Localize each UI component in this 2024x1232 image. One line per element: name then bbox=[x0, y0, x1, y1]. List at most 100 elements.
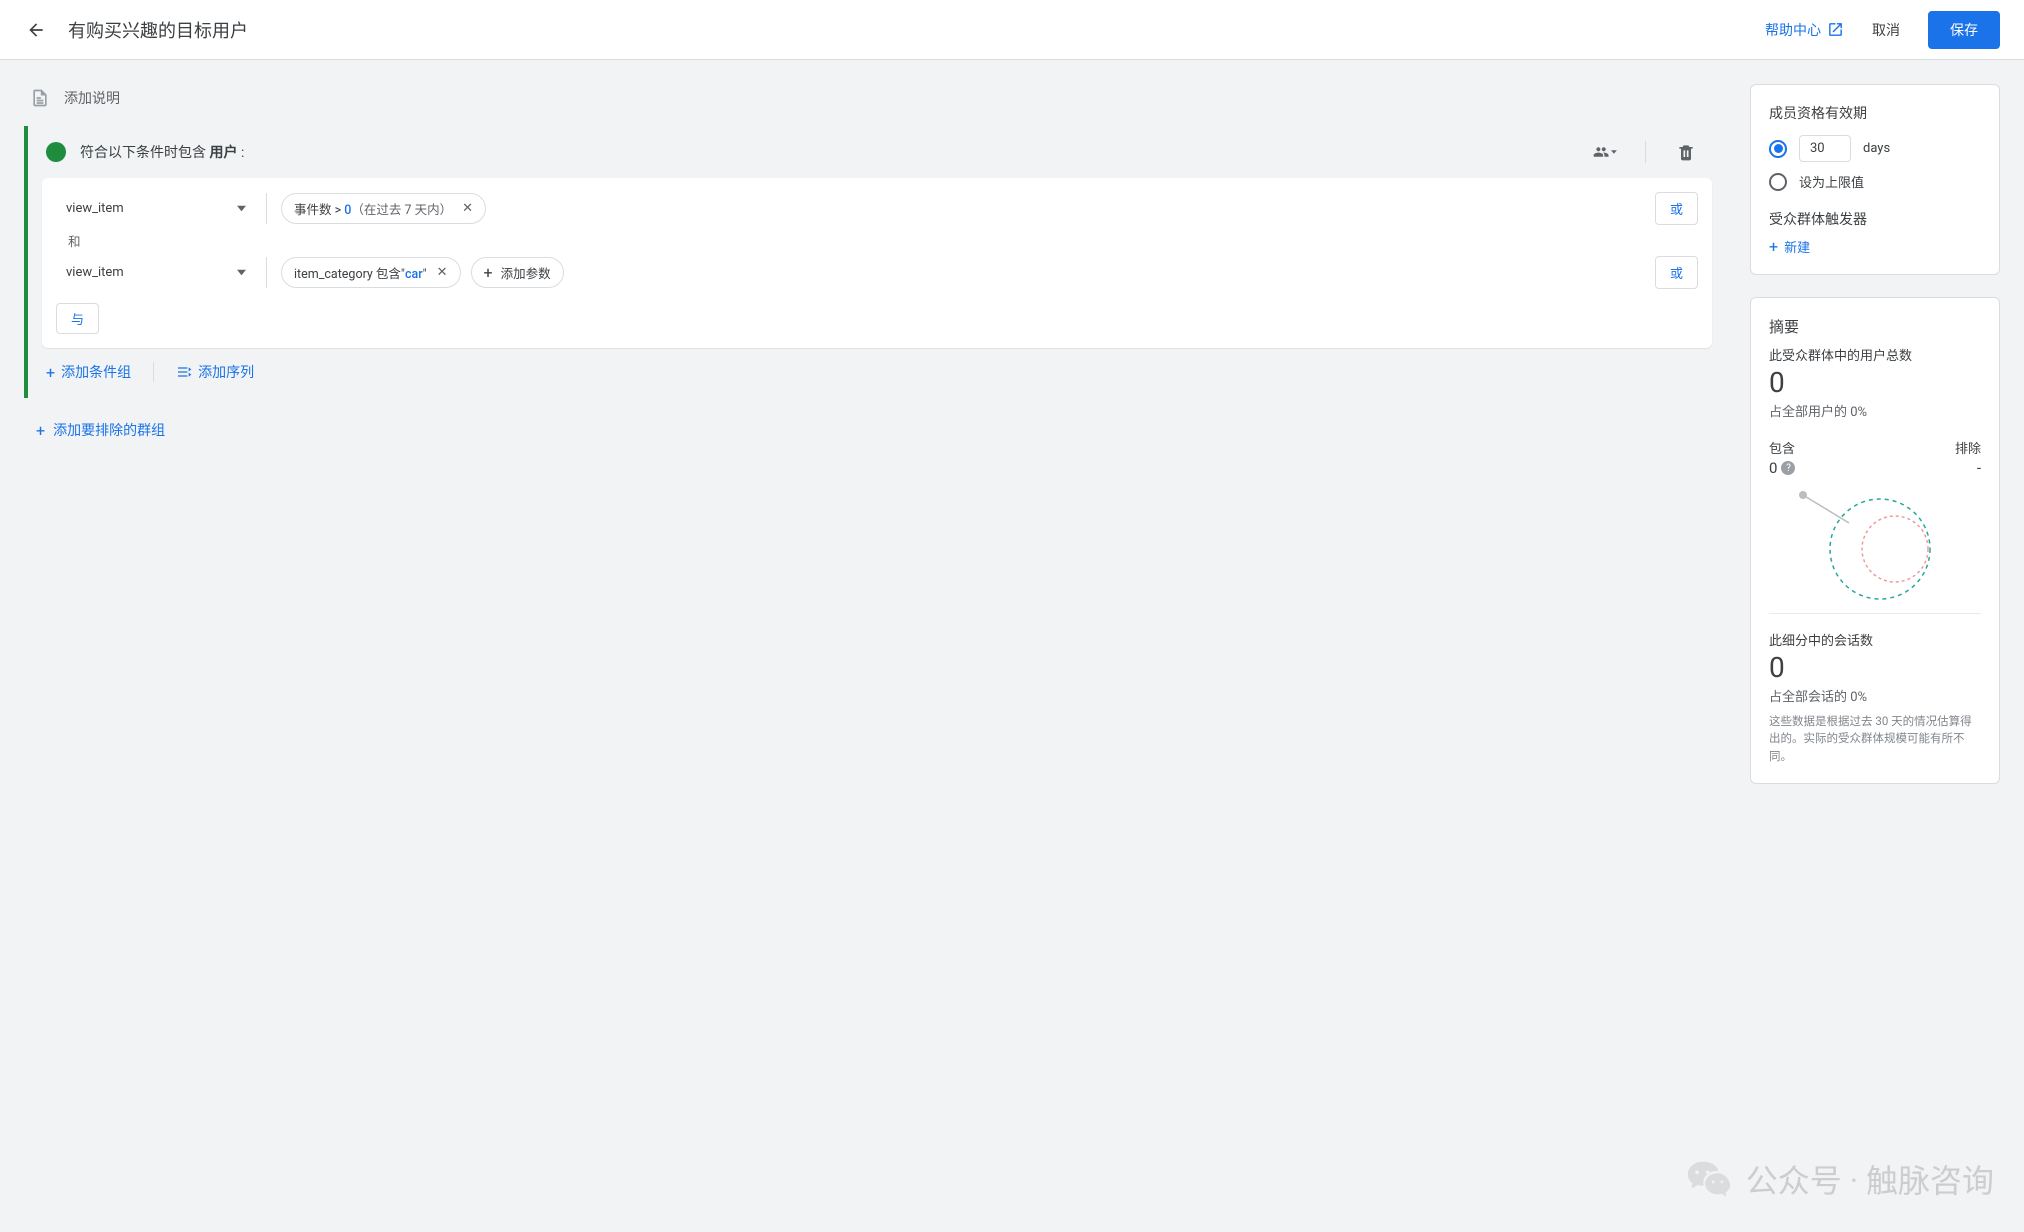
chip-row: 事件数 > 0（在过去 7 天内） ✕ bbox=[266, 193, 1645, 224]
sequence-icon bbox=[176, 364, 192, 380]
chevron-down-icon bbox=[1611, 148, 1617, 156]
new-trigger-link[interactable]: + 新建 bbox=[1769, 237, 1981, 256]
save-button[interactable]: 保存 bbox=[1928, 11, 2000, 49]
chip-row: item_category 包含"car" ✕ + 添加参数 bbox=[266, 257, 1645, 288]
summary-note: 这些数据是根据过去 30 天的情况估算得出的。实际的受众群体规模可能有所不同。 bbox=[1769, 713, 1981, 765]
chip-text: item_category 包含"car" bbox=[294, 263, 427, 282]
add-parameter-chip[interactable]: + 添加参数 bbox=[471, 257, 564, 288]
and-connector-label: 和 bbox=[56, 229, 1698, 252]
divider bbox=[1769, 613, 1981, 614]
plus-icon: + bbox=[46, 363, 55, 382]
sessions-value: 0 bbox=[1769, 651, 1981, 684]
description-row[interactable]: 添加说明 bbox=[24, 84, 1726, 126]
page-title: 有购买兴趣的目标用户 bbox=[68, 17, 248, 43]
top-bar-left: 有购买兴趣的目标用户 bbox=[24, 17, 248, 43]
divider bbox=[153, 362, 154, 382]
add-exclude-label: 添加要排除的群组 bbox=[53, 420, 165, 440]
trigger-title: 受众群体触发器 bbox=[1769, 209, 1981, 229]
add-group-label: 添加条件组 bbox=[61, 362, 131, 382]
event-name: view_item bbox=[66, 265, 124, 280]
event-name: view_item bbox=[66, 201, 124, 216]
or-button[interactable]: 或 bbox=[1655, 192, 1698, 225]
include-label: 包含 bbox=[1769, 438, 1795, 457]
condition-chip[interactable]: item_category 包含"car" ✕ bbox=[281, 257, 461, 288]
remove-chip-icon[interactable]: ✕ bbox=[435, 265, 448, 280]
add-condition-group-link[interactable]: + 添加条件组 bbox=[46, 362, 131, 382]
conditions-card: view_item 事件数 > 0（在过去 7 天内） ✕ 或 和 view_i… bbox=[42, 178, 1712, 348]
trash-icon bbox=[1676, 142, 1696, 162]
scope-dropdown[interactable] bbox=[1593, 140, 1617, 164]
max-radio-row[interactable]: 设为上限值 bbox=[1769, 172, 1981, 191]
event-selector[interactable]: view_item bbox=[56, 257, 256, 288]
add-exclude-group-link[interactable]: + 添加要排除的群组 bbox=[24, 420, 1726, 440]
exclude-label: 排除 bbox=[1955, 438, 1981, 457]
summary-card: 摘要 此受众群体中的用户总数 0 占全部用户的 0% 包含 0 ? 排除 - bbox=[1750, 297, 2000, 784]
condition-chip[interactable]: 事件数 > 0（在过去 7 天内） ✕ bbox=[281, 193, 486, 224]
include-group-panel: 符合以下条件时包含 用户 : view_i bbox=[24, 126, 1726, 398]
include-value: 0 ? bbox=[1769, 459, 1795, 477]
exclude-value: - bbox=[1977, 459, 1981, 477]
and-button[interactable]: 与 bbox=[56, 303, 99, 334]
watermark: 公众号 · 触脉咨询 bbox=[1686, 1156, 1994, 1202]
delete-group-button[interactable] bbox=[1674, 140, 1698, 164]
open-external-icon bbox=[1827, 21, 1844, 38]
radio-selected-icon[interactable] bbox=[1769, 140, 1787, 158]
include-exclude-row: 包含 0 ? 排除 - bbox=[1769, 438, 1981, 477]
description-icon bbox=[30, 88, 50, 108]
users-pct: 占全部用户的 0% bbox=[1769, 401, 1981, 420]
condition-row: view_item 事件数 > 0（在过去 7 天内） ✕ 或 bbox=[56, 188, 1698, 229]
chevron-down-icon bbox=[237, 204, 246, 213]
top-bar: 有购买兴趣的目标用户 帮助中心 取消 保存 bbox=[0, 0, 2024, 60]
cancel-button[interactable]: 取消 bbox=[1872, 20, 1900, 40]
chip-text: 事件数 > 0（在过去 7 天内） bbox=[294, 199, 452, 218]
exclude-col: 排除 - bbox=[1955, 438, 1981, 477]
include-indicator-icon bbox=[46, 142, 66, 162]
group-title-prefix: 符合以下条件时包含 bbox=[80, 145, 209, 161]
remove-chip-icon[interactable]: ✕ bbox=[460, 201, 473, 216]
plus-icon: + bbox=[36, 421, 45, 440]
summary-title: 摘要 bbox=[1769, 316, 1981, 337]
days-input[interactable]: 30 bbox=[1799, 135, 1851, 162]
radio-unselected-icon[interactable] bbox=[1769, 173, 1787, 191]
watermark-text: 公众号 · 触脉咨询 bbox=[1746, 1156, 1994, 1202]
description-placeholder: 添加说明 bbox=[64, 88, 120, 108]
membership-title: 成员资格有效期 bbox=[1769, 103, 1981, 123]
plus-icon: + bbox=[1769, 237, 1778, 256]
membership-card: 成员资格有效期 30 days 设为上限值 受众群体触发器 + 新建 bbox=[1750, 84, 2000, 275]
content-area: 添加说明 符合以下条件时包含 用户 : bbox=[0, 60, 2024, 808]
chevron-down-icon bbox=[237, 268, 246, 277]
group-header: 符合以下条件时包含 用户 : bbox=[28, 126, 1726, 178]
days-unit: days bbox=[1863, 141, 1890, 156]
divider bbox=[1645, 141, 1646, 163]
group-header-left: 符合以下条件时包含 用户 : bbox=[46, 142, 244, 162]
help-link-label: 帮助中心 bbox=[1765, 20, 1821, 40]
sessions-pct: 占全部会话的 0% bbox=[1769, 686, 1981, 705]
group-title: 符合以下条件时包含 用户 : bbox=[80, 142, 244, 162]
side-column: 成员资格有效期 30 days 设为上限值 受众群体触发器 + 新建 摘要 此受… bbox=[1750, 84, 2000, 784]
main-column: 添加说明 符合以下条件时包含 用户 : bbox=[24, 84, 1726, 440]
help-link[interactable]: 帮助中心 bbox=[1765, 20, 1844, 40]
sessions-label: 此细分中的会话数 bbox=[1769, 630, 1981, 649]
group-header-right bbox=[1593, 140, 1702, 164]
duration-radio-row[interactable]: 30 days bbox=[1769, 135, 1981, 162]
include-value-text: 0 bbox=[1769, 459, 1777, 477]
max-label: 设为上限值 bbox=[1799, 172, 1864, 191]
add-param-label: 添加参数 bbox=[501, 263, 551, 282]
group-title-bold: 用户 bbox=[209, 145, 237, 161]
users-value: 0 bbox=[1769, 366, 1981, 399]
include-col: 包含 0 ? bbox=[1769, 438, 1795, 477]
help-icon[interactable]: ? bbox=[1781, 461, 1795, 475]
group-title-suffix: : bbox=[237, 145, 244, 161]
back-arrow-icon[interactable] bbox=[24, 18, 48, 42]
users-label: 此受众群体中的用户总数 bbox=[1769, 345, 1981, 364]
condition-row: view_item item_category 包含"car" ✕ + 添加参数 bbox=[56, 252, 1698, 293]
add-sequence-link[interactable]: 添加序列 bbox=[176, 362, 254, 382]
or-button[interactable]: 或 bbox=[1655, 256, 1698, 289]
top-bar-right: 帮助中心 取消 保存 bbox=[1765, 11, 2000, 49]
plus-icon: + bbox=[484, 263, 493, 282]
event-selector[interactable]: view_item bbox=[56, 193, 256, 224]
new-label: 新建 bbox=[1784, 237, 1810, 256]
group-footer-actions: + 添加条件组 添加序列 bbox=[28, 348, 1726, 384]
venn-diagram bbox=[1769, 477, 1981, 597]
add-seq-label: 添加序列 bbox=[198, 362, 254, 382]
